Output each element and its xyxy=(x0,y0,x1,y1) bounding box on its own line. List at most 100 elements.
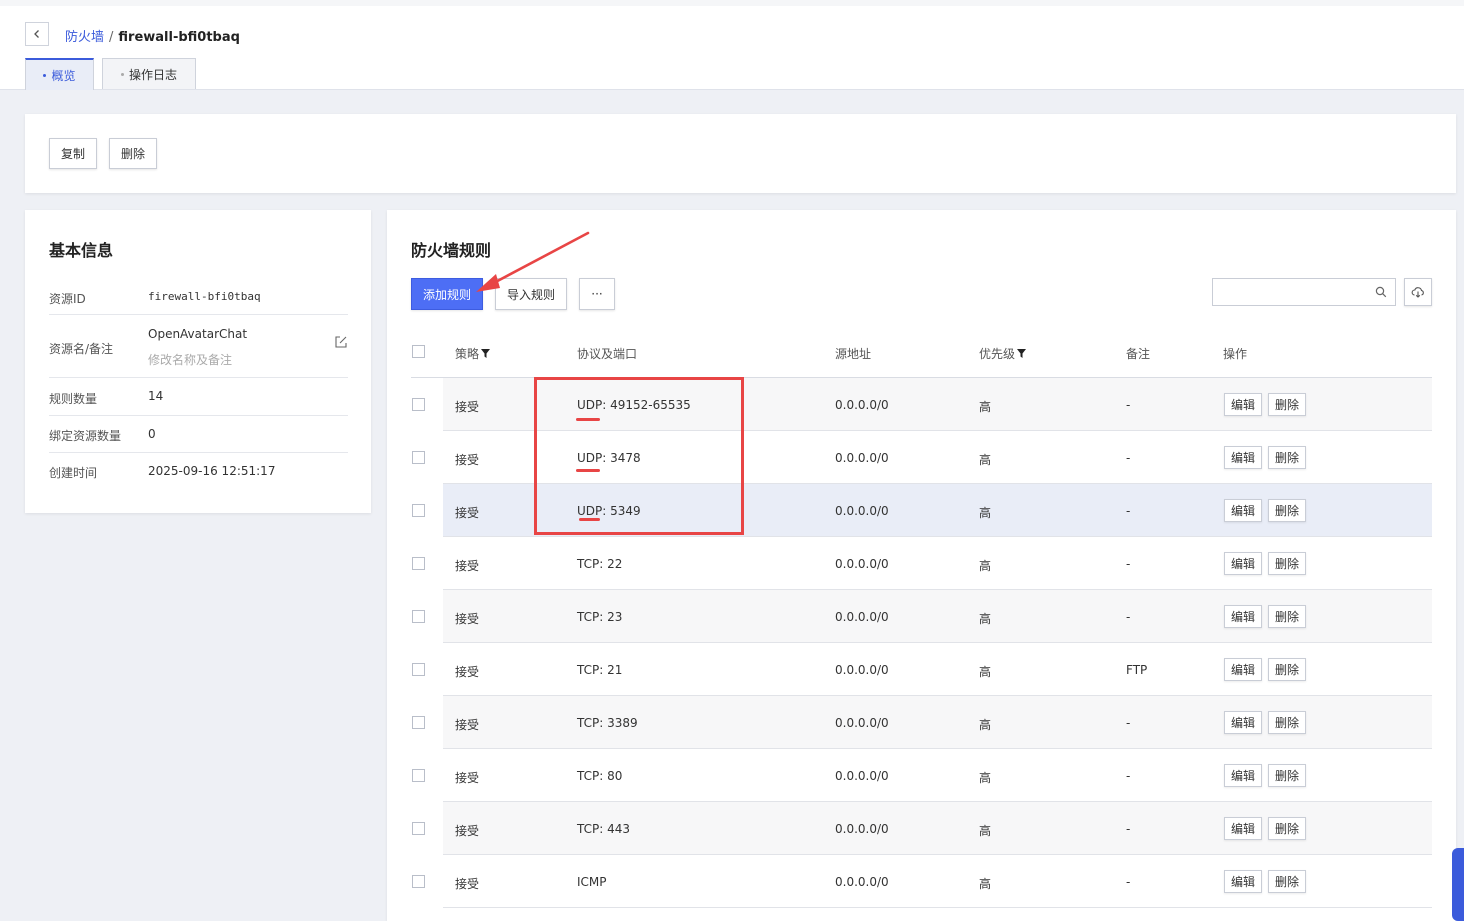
info-value: 0 xyxy=(148,427,156,441)
search-icon[interactable] xyxy=(1375,286,1387,298)
select-all-checkbox[interactable] xyxy=(412,345,425,358)
row-checkbox[interactable] xyxy=(412,875,425,888)
row-checkbox[interactable] xyxy=(412,769,425,782)
cell-note: - xyxy=(1126,610,1131,624)
rules-title: 防火墙规则 xyxy=(411,241,492,260)
cell-note: - xyxy=(1126,822,1131,836)
info-label: 创建时间 xyxy=(49,466,98,480)
header-priority-label: 优先级 xyxy=(979,347,1016,361)
info-value: firewall-bfi0tbaq xyxy=(148,290,261,303)
cell-protocol: TCP: 22 xyxy=(577,557,623,571)
delete-rule-button[interactable]: 删除 xyxy=(1268,393,1306,416)
delete-rule-button[interactable]: 删除 xyxy=(1268,499,1306,522)
search-input[interactable] xyxy=(1213,279,1373,305)
cell-protocol: UDP: 3478 xyxy=(577,451,641,465)
delete-rule-button[interactable]: 删除 xyxy=(1268,870,1306,893)
download-button[interactable] xyxy=(1404,278,1432,306)
cell-policy: 接受 xyxy=(455,665,480,679)
tab-overview[interactable]: 概览 xyxy=(25,58,94,90)
edit-rule-button[interactable]: 编辑 xyxy=(1224,605,1262,628)
cell-note: - xyxy=(1126,398,1131,412)
delete-rule-button[interactable]: 删除 xyxy=(1268,817,1306,840)
cell-source: 0.0.0.0/0 xyxy=(835,557,889,571)
edit-rule-button[interactable]: 编辑 xyxy=(1224,499,1262,522)
cell-priority: 高 xyxy=(979,665,992,679)
chevron-left-icon xyxy=(34,30,39,38)
cell-policy: 接受 xyxy=(455,771,480,785)
delete-firewall-button[interactable]: 删除 xyxy=(109,138,157,169)
cell-source: 0.0.0.0/0 xyxy=(835,610,889,624)
row-checkbox[interactable] xyxy=(412,398,425,411)
table-row: 接受 ICMP 0.0.0.0/0 高 - 编辑 删除 xyxy=(443,855,1432,908)
cell-priority: 高 xyxy=(979,824,992,838)
edit-rule-button[interactable]: 编辑 xyxy=(1224,870,1262,893)
breadcrumb: 防火墙 / firewall-bfi0tbaq xyxy=(65,26,240,45)
row-checkbox[interactable] xyxy=(412,557,425,570)
header-protocol: 协议及端口 xyxy=(577,347,638,361)
edit-icon[interactable] xyxy=(334,335,348,349)
delete-rule-button[interactable]: 删除 xyxy=(1268,764,1306,787)
info-label: 规则数量 xyxy=(49,392,98,406)
top-bar: 防火墙 / firewall-bfi0tbaq 概览 操作日志 xyxy=(0,0,1464,90)
row-checkbox[interactable] xyxy=(412,610,425,623)
cell-priority: 高 xyxy=(979,506,992,520)
header-priority[interactable]: 优先级 xyxy=(979,345,1027,362)
row-checkbox[interactable] xyxy=(412,663,425,676)
header-source: 源地址 xyxy=(835,347,872,361)
back-button[interactable] xyxy=(25,22,49,46)
tab-operation-log[interactable]: 操作日志 xyxy=(102,58,196,89)
info-label: 绑定资源数量 xyxy=(49,429,122,443)
table-row: 接受 UDP: 5349 0.0.0.0/0 高 - 编辑 删除 xyxy=(443,484,1432,537)
import-rule-button[interactable]: 导入规则 xyxy=(495,278,567,310)
tab-dot-icon xyxy=(43,73,47,77)
table-row: 接受 TCP: 80 0.0.0.0/0 高 - 编辑 删除 xyxy=(443,749,1432,802)
firewall-rules-card: 防火墙规则 添加规则 导入规则 ··· 策略 协议及端口 源地址 优先级 备注 … xyxy=(387,210,1456,921)
info-row-rule-count: 规则数量 14 xyxy=(49,378,348,416)
cell-protocol: UDP: 49152-65535 xyxy=(577,398,691,412)
filter-icon[interactable] xyxy=(481,349,491,358)
edit-rule-button[interactable]: 编辑 xyxy=(1224,711,1262,734)
edit-rule-button[interactable]: 编辑 xyxy=(1224,393,1262,416)
add-rule-button[interactable]: 添加规则 xyxy=(411,278,483,310)
table-row: 接受 TCP: 3389 0.0.0.0/0 高 - 编辑 删除 xyxy=(443,696,1432,749)
cell-note: - xyxy=(1126,769,1131,783)
breadcrumb-firewall-link[interactable]: 防火墙 xyxy=(65,30,104,45)
delete-rule-button[interactable]: 删除 xyxy=(1268,446,1306,469)
filter-icon[interactable] xyxy=(1017,349,1027,358)
table-row: 接受 UDP: 3478 0.0.0.0/0 高 - 编辑 删除 xyxy=(443,431,1432,484)
more-button[interactable]: ··· xyxy=(579,278,615,310)
row-checkbox[interactable] xyxy=(412,716,425,729)
row-checkbox[interactable] xyxy=(412,822,425,835)
cell-protocol: ICMP xyxy=(577,875,607,889)
actions-card: 复制 删除 xyxy=(25,114,1456,193)
cell-note: - xyxy=(1126,504,1131,518)
delete-rule-button[interactable]: 删除 xyxy=(1268,711,1306,734)
delete-rule-button[interactable]: 删除 xyxy=(1268,658,1306,681)
floating-help-tab[interactable] xyxy=(1452,848,1464,921)
cell-protocol: TCP: 21 xyxy=(577,663,623,677)
info-value: OpenAvatarChat xyxy=(148,327,248,341)
cell-priority: 高 xyxy=(979,453,992,467)
row-checkbox[interactable] xyxy=(412,451,425,464)
info-row-resource-name: 资源名/备注 OpenAvatarChat 修改名称及备注 xyxy=(49,315,348,378)
cell-protocol: UDP: 5349 xyxy=(577,504,641,518)
edit-rule-button[interactable]: 编辑 xyxy=(1224,764,1262,787)
copy-button[interactable]: 复制 xyxy=(49,138,97,169)
cell-priority: 高 xyxy=(979,612,992,626)
edit-rule-button[interactable]: 编辑 xyxy=(1224,552,1262,575)
edit-rule-button[interactable]: 编辑 xyxy=(1224,817,1262,840)
cell-note: - xyxy=(1126,557,1131,571)
table-header: 策略 协议及端口 源地址 优先级 备注 操作 xyxy=(411,325,1432,378)
edit-rule-button[interactable]: 编辑 xyxy=(1224,658,1262,681)
cell-protocol: TCP: 80 xyxy=(577,769,623,783)
table-row: 接受 TCP: 22 0.0.0.0/0 高 - 编辑 删除 xyxy=(443,537,1432,590)
header-note: 备注 xyxy=(1126,347,1151,361)
cell-note: - xyxy=(1126,716,1131,730)
header-policy[interactable]: 策略 xyxy=(455,345,491,362)
delete-rule-button[interactable]: 删除 xyxy=(1268,552,1306,575)
cell-policy: 接受 xyxy=(455,453,480,467)
row-checkbox[interactable] xyxy=(412,504,425,517)
edit-rule-button[interactable]: 编辑 xyxy=(1224,446,1262,469)
breadcrumb-current: firewall-bfi0tbaq xyxy=(118,30,240,45)
delete-rule-button[interactable]: 删除 xyxy=(1268,605,1306,628)
